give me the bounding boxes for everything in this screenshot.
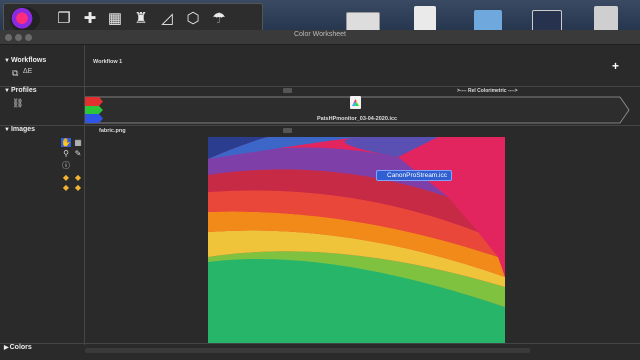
section-divider bbox=[0, 125, 640, 126]
fish-left-icon[interactable]: ◆ bbox=[61, 173, 71, 182]
info-icon[interactable]: ⓘ bbox=[61, 161, 71, 170]
fabric-image[interactable] bbox=[208, 137, 505, 343]
colors-section-header[interactable]: ▶Colors bbox=[4, 344, 32, 351]
add-workflow-button[interactable]: + bbox=[612, 59, 619, 73]
sidebar-divider bbox=[84, 45, 85, 345]
desktop-screenshot-icon[interactable] bbox=[346, 12, 380, 32]
desktop-photo-icon[interactable] bbox=[532, 10, 562, 32]
desktop-folder-icon[interactable] bbox=[474, 10, 502, 32]
color-worksheet-window: Color Worksheet ▼Workflows ⧉ ΔE Workflow… bbox=[0, 30, 640, 360]
copy-icon[interactable]: ❐ bbox=[54, 9, 74, 29]
table-icon[interactable]: ▦ bbox=[105, 9, 125, 29]
workflow-name: Workflow 1 bbox=[93, 59, 123, 65]
images-section-header[interactable]: ▼Images bbox=[4, 126, 35, 133]
eyedropper-icon[interactable]: ✎ bbox=[73, 149, 83, 158]
workflows-section-header[interactable]: ▼Workflows bbox=[4, 57, 46, 64]
window-title: Color Worksheet bbox=[293, 31, 346, 38]
profile-filename: PatsHPmonitor_03-04-2020.icc bbox=[317, 116, 398, 122]
section-divider bbox=[0, 86, 640, 87]
fish-left-icon[interactable]: ◆ bbox=[61, 183, 71, 192]
disclosure-triangle-icon: ▼ bbox=[4, 88, 10, 94]
profiles-collapse-handle[interactable] bbox=[283, 88, 292, 93]
bandage-icon[interactable]: ✚ bbox=[80, 9, 100, 29]
fish-right-icon[interactable]: ◆ bbox=[73, 173, 83, 182]
bottle-icon[interactable]: ♜ bbox=[131, 9, 151, 29]
app-logo-icon[interactable] bbox=[10, 7, 40, 32]
images-collapse-handle[interactable] bbox=[283, 128, 292, 133]
window-titlebar: Color Worksheet bbox=[0, 30, 640, 45]
zoom-icon[interactable]: ⚲ bbox=[61, 149, 71, 158]
hand-icon[interactable]: ✋ bbox=[61, 138, 71, 147]
dragged-profile-label: CanonProStream.icc bbox=[376, 170, 452, 181]
profiles-section-header[interactable]: ▼Profiles bbox=[4, 87, 37, 94]
disclosure-triangle-icon: ▼ bbox=[4, 127, 10, 133]
desktop-drive-icon[interactable] bbox=[594, 6, 618, 32]
grid-icon[interactable]: ▦ bbox=[73, 138, 83, 147]
horizontal-scrollbar[interactable] bbox=[85, 348, 530, 353]
delta-e-icon[interactable]: ΔE bbox=[23, 68, 32, 75]
disclosure-triangle-icon: ▼ bbox=[4, 58, 10, 64]
image-filename: fabric.png bbox=[99, 128, 126, 134]
link-icon[interactable]: ⛓ bbox=[12, 98, 23, 109]
umbrella-icon[interactable]: ☂ bbox=[209, 9, 229, 29]
desktop-document-icon[interactable] bbox=[414, 6, 436, 32]
rendering-intent-label[interactable]: >---- Rel Colorimetric ----> bbox=[457, 88, 518, 94]
fabric-image-graphic bbox=[208, 137, 505, 343]
section-divider bbox=[0, 343, 640, 344]
fish-right-icon[interactable]: ◆ bbox=[73, 183, 83, 192]
duplicate-workflow-icon[interactable]: ⧉ bbox=[12, 68, 18, 79]
icc-profile-icon[interactable] bbox=[350, 96, 361, 109]
disclosure-triangle-icon: ▶ bbox=[4, 345, 9, 351]
cube-icon[interactable]: ⬡ bbox=[183, 9, 203, 29]
chart-icon[interactable]: ◿ bbox=[157, 9, 177, 29]
